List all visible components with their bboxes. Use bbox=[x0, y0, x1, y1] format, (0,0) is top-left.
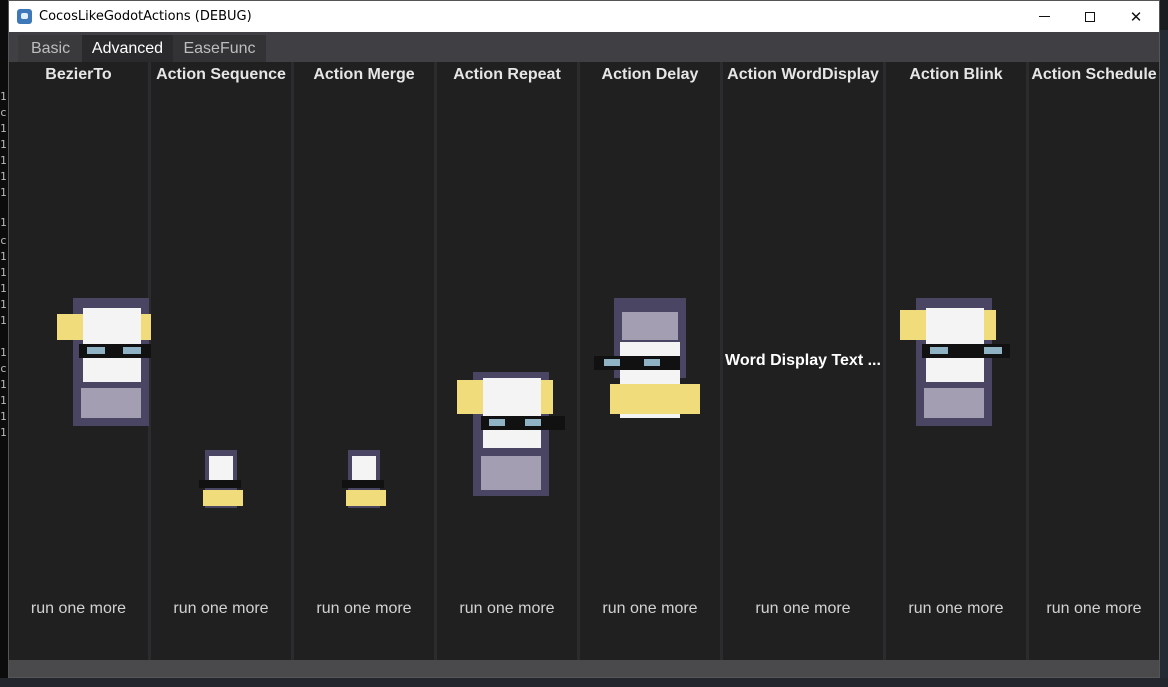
column-action-blink: Action Blink run one more bbox=[886, 62, 1026, 660]
maximize-button[interactable] bbox=[1067, 1, 1113, 32]
actions-grid: BezierTo run one more Action Sequence ru… bbox=[9, 62, 1159, 660]
close-button[interactable]: ✕ bbox=[1113, 1, 1159, 32]
tab-easefunc[interactable]: EaseFunc bbox=[173, 35, 266, 62]
minimize-button[interactable] bbox=[1021, 1, 1067, 32]
column-action-delay: Action Delay run one more bbox=[580, 62, 720, 660]
tab-basic[interactable]: Basic bbox=[18, 35, 83, 62]
horizontal-scrollbar[interactable] bbox=[9, 660, 1159, 677]
column-action-merge: Action Merge run one more bbox=[294, 62, 434, 660]
godot-app-icon bbox=[17, 9, 32, 24]
run-one-more-button[interactable]: run one more bbox=[294, 600, 434, 618]
column-title: Action Merge bbox=[313, 66, 415, 83]
app-window: CocosLikeGodotActions (DEBUG) ✕ Basic Ad… bbox=[8, 0, 1160, 678]
column-title: BezierTo bbox=[45, 66, 112, 83]
background-editor bbox=[1160, 30, 1168, 687]
column-title: Action Blink bbox=[909, 66, 1003, 83]
run-one-more-button[interactable]: run one more bbox=[580, 600, 720, 618]
character-sprite bbox=[594, 298, 706, 422]
run-one-more-button[interactable]: run one more bbox=[723, 600, 883, 618]
column-title: Action Schedule bbox=[1031, 66, 1157, 83]
character-sprite bbox=[457, 372, 567, 498]
column-action-sequence: Action Sequence run one more bbox=[151, 62, 291, 660]
run-one-more-button[interactable]: run one more bbox=[1029, 600, 1159, 618]
tab-advanced[interactable]: Advanced bbox=[82, 35, 173, 62]
column-action-worddisplay: Action WordDisplay Word Display Text ...… bbox=[723, 62, 883, 660]
run-one-more-button[interactable]: run one more bbox=[151, 600, 291, 618]
tab-bar: Basic Advanced EaseFunc bbox=[9, 32, 1159, 62]
column-title: Action Delay bbox=[601, 66, 699, 83]
maximize-icon bbox=[1085, 11, 1095, 22]
column-bezierto: BezierTo run one more bbox=[9, 62, 165, 660]
column-title: Action Sequence bbox=[156, 66, 286, 83]
column-action-repeat: Action Repeat run one more bbox=[437, 62, 577, 660]
title-bar[interactable]: CocosLikeGodotActions (DEBUG) ✕ bbox=[9, 1, 1159, 32]
background-taskbar bbox=[0, 678, 1168, 687]
minimize-icon bbox=[1038, 16, 1050, 17]
close-icon: ✕ bbox=[1129, 8, 1143, 26]
window-title: CocosLikeGodotActions (DEBUG) bbox=[39, 9, 252, 24]
run-one-more-button[interactable]: run one more bbox=[886, 600, 1026, 618]
run-one-more-button[interactable]: run one more bbox=[9, 600, 148, 618]
run-one-more-button[interactable]: run one more bbox=[437, 600, 577, 618]
character-sprite bbox=[195, 450, 247, 512]
column-action-schedule: Action Schedule run one more bbox=[1029, 62, 1159, 660]
character-sprite bbox=[338, 450, 390, 512]
word-display-text: Word Display Text ... bbox=[725, 352, 881, 369]
column-title: Action WordDisplay bbox=[727, 66, 879, 83]
character-sprite bbox=[900, 298, 1012, 428]
column-title: Action Repeat bbox=[453, 66, 561, 83]
